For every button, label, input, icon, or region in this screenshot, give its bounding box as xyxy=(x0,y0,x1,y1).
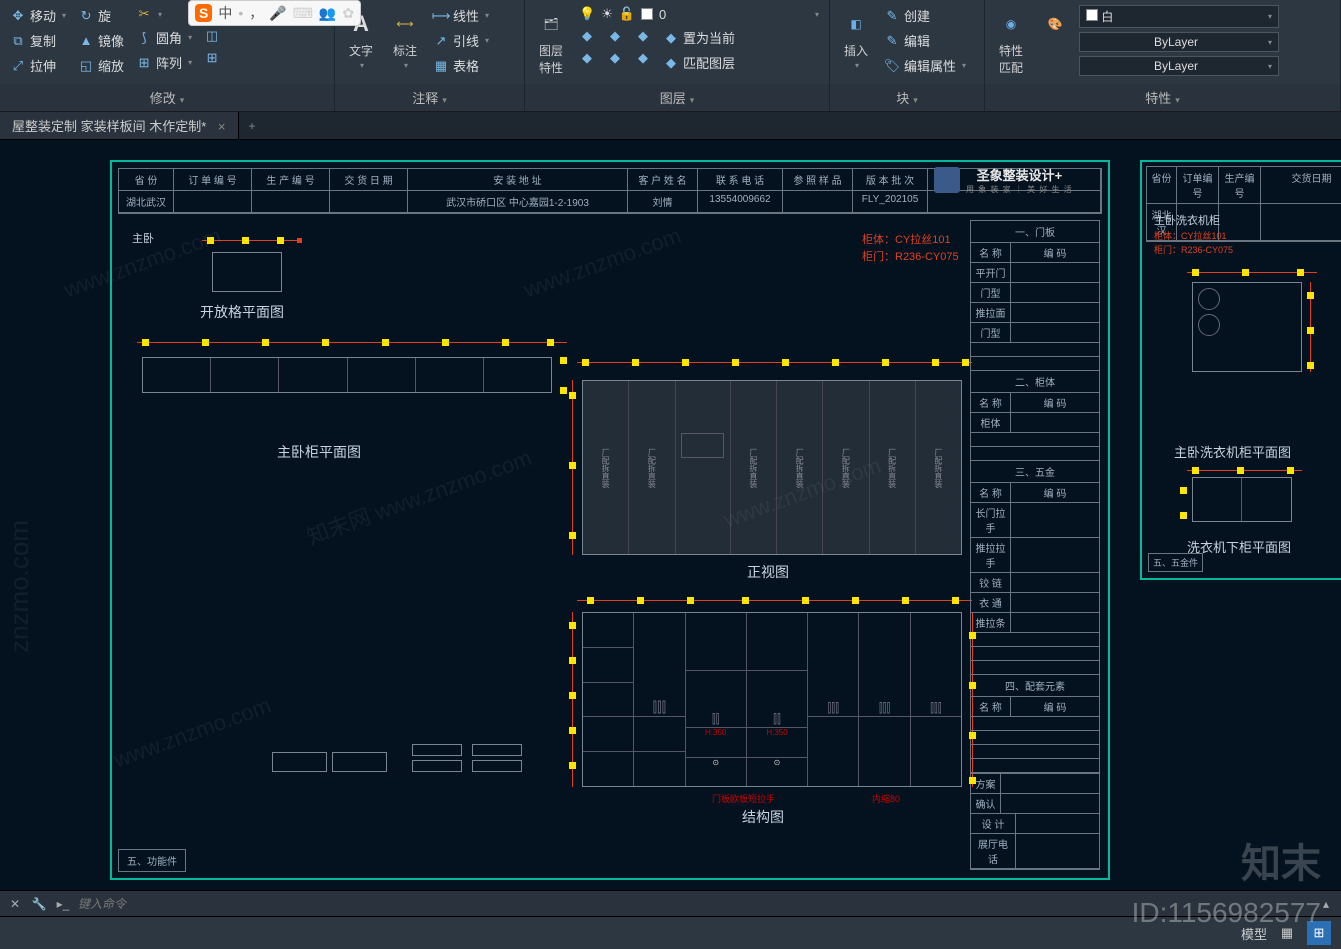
match-prop-button[interactable]: ◉特性 匹配 xyxy=(991,4,1031,84)
layer-combo[interactable]: 💡☀🔓 0 ▾ xyxy=(575,4,823,24)
fillet-button[interactable]: ⟆圆角▾ xyxy=(132,26,196,49)
layer-i1[interactable]: ◆ xyxy=(575,26,599,46)
block-create-button[interactable]: ✎创建 xyxy=(880,4,970,27)
structure-view: ⫿⫿⫿ ⫿⫿H:350⊙ ⫿⫿H:350⊙ ⫿⫿⫿ ⫿⫿⫿ ⫿⫿⫿ xyxy=(582,612,962,787)
cabinet-plan xyxy=(142,357,552,393)
dimension-button[interactable]: ⟷标注▾ xyxy=(385,4,425,84)
command-input[interactable]: 键入命令 xyxy=(78,895,126,912)
layer-i2[interactable]: ◆ xyxy=(575,48,599,68)
scale-button[interactable]: ◱缩放 xyxy=(74,54,128,77)
misc3-button[interactable]: ⊞ xyxy=(200,48,224,68)
func-label: 五、功能件 xyxy=(118,849,186,872)
cmd-prompt-icon: ▸_ xyxy=(54,895,72,913)
ime-toolbar: S 中•， 🎤⌨👥✿ xyxy=(188,0,361,26)
info-table-bottom: 方案 确认 设 计 展厅电话 xyxy=(970,773,1100,870)
document-tab[interactable]: 屋整装定制 家装样板间 木作定制* × xyxy=(0,112,239,139)
annot-panel-title: 注释 xyxy=(335,84,524,111)
elevation-view: 厂配拆直装 厂配拆直装 厂配拆直装 厂配拆直装 厂配拆直装 厂配拆直装 厂配拆直… xyxy=(582,380,962,555)
th-cust: 客 户 姓 名 xyxy=(628,169,698,190)
stretch-button[interactable]: ⤢拉伸 xyxy=(6,54,70,77)
layer-i3[interactable]: ◆ xyxy=(603,26,627,46)
th-sample: 参 照 样 品 xyxy=(783,169,853,190)
structure-label: 结构图 xyxy=(742,807,784,827)
color-wheel-button[interactable]: 🎨 xyxy=(1035,4,1075,84)
shelf-box xyxy=(212,252,282,292)
linear-dim-button[interactable]: ⟼线性▾ xyxy=(429,4,493,27)
layer-i5[interactable]: ◆ xyxy=(631,26,655,46)
layer-i6[interactable]: ◆ xyxy=(631,48,655,68)
watermark-id: ID:1156982577 xyxy=(1132,897,1321,929)
copy-button[interactable]: ⧉复制 xyxy=(6,29,70,52)
ltype-combo[interactable]: ByLayer▾ xyxy=(1079,55,1334,77)
misc2-button[interactable]: ◫ xyxy=(200,26,224,46)
block-attr-button[interactable]: 🏷编辑属性▾ xyxy=(880,54,970,77)
company-cell: 圣象整装设计+ 用 象 装 家 ｜ 美 好 生 活 xyxy=(928,169,1101,190)
shelf-plan-label: 开放格平面图 xyxy=(200,302,284,322)
info-table: 一、门板 名 称编 码 平开门 门型 推拉面 门型 二、柜体 名 称编 码 柜体… xyxy=(970,220,1100,774)
th-tel: 联 系 电 话 xyxy=(698,169,783,190)
watermark-brand: 知末 xyxy=(1241,831,1321,889)
block-edit-button[interactable]: ✎编辑 xyxy=(880,29,970,52)
bedroom-label: 主卧 xyxy=(132,230,154,246)
drawing-canvas[interactable]: 省 份 订 单 编 号 生 产 编 号 交 货 日 期 安 装 地 址 客 户 … xyxy=(0,140,1341,896)
tab-add-button[interactable]: + xyxy=(239,115,266,137)
match-layer-button[interactable]: ◆匹配图层 xyxy=(659,51,739,74)
material-note: 柜体：CY拉丝101柜门：R236-CY075 xyxy=(862,232,959,265)
array-button[interactable]: ⊞阵列▾ xyxy=(132,51,196,74)
th-date: 交 货 日 期 xyxy=(330,169,408,190)
th-province: 省 份 xyxy=(119,169,174,190)
insert-button[interactable]: ◧插入▾ xyxy=(836,4,876,84)
trim-button[interactable]: ✂▾ xyxy=(132,4,196,24)
prop-panel-title: 特性 xyxy=(985,84,1340,111)
rotate-button[interactable]: ↻旋 xyxy=(74,4,128,27)
leader-button[interactable]: ↗引线▾ xyxy=(429,29,493,52)
th-prod: 生 产 编 号 xyxy=(252,169,330,190)
elevation-label: 正视图 xyxy=(747,562,789,582)
move-button[interactable]: ✥移动▾ xyxy=(6,4,70,27)
th-order: 订 单 编 号 xyxy=(174,169,252,190)
layer-panel-title: 图层 xyxy=(525,84,829,111)
block-panel-title: 块 xyxy=(830,84,984,111)
cabinet-plan-label: 主卧柜平面图 xyxy=(277,442,361,462)
mirror-button[interactable]: ▲镜像 xyxy=(74,29,128,52)
layer-i4[interactable]: ◆ xyxy=(603,48,627,68)
layer-prop-button[interactable]: 🗂图层 特性 xyxy=(531,4,571,84)
cmd-close-icon[interactable]: ✕ xyxy=(6,895,24,913)
color-combo[interactable]: 白▾ xyxy=(1079,4,1334,29)
th-addr: 安 装 地 址 xyxy=(408,169,628,190)
cmd-wrench-icon[interactable]: 🔧 xyxy=(30,895,48,913)
modify-panel-title: 修改 xyxy=(0,84,334,111)
document-tab-bar: 屋整装定制 家装样板间 木作定制* × + xyxy=(0,112,1341,140)
set-current-button[interactable]: ◆置为当前 xyxy=(659,26,739,49)
linew-combo[interactable]: ByLayer▾ xyxy=(1079,31,1334,53)
th-ver: 版 本 批 次 xyxy=(853,169,928,190)
table-button[interactable]: ▦表格 xyxy=(429,54,493,77)
